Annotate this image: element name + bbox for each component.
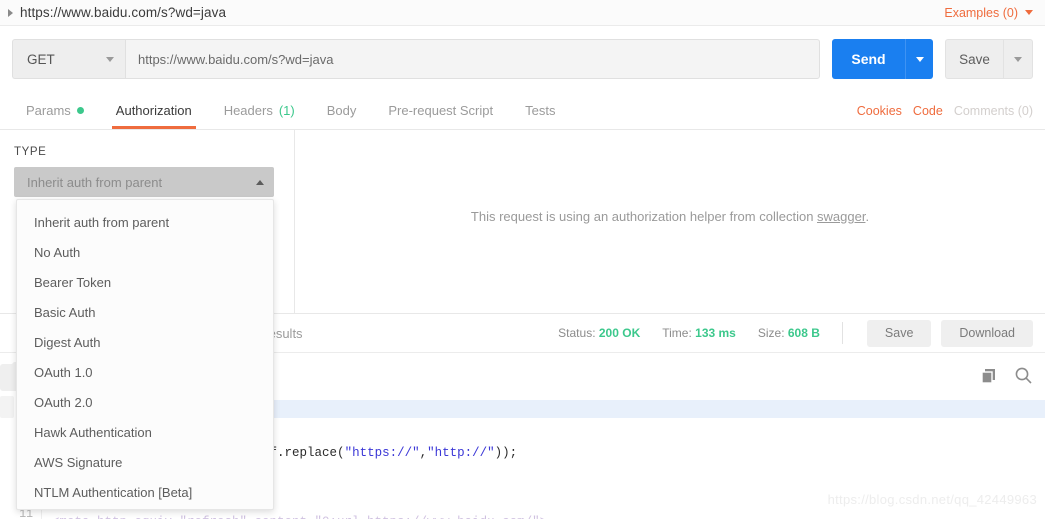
auth-helper-message: This request is using an authorization h… <box>295 130 1045 313</box>
status-label: Status: <box>558 326 596 340</box>
auth-type-selected-value: Inherit auth from parent <box>27 174 163 190</box>
code-string: "http://" <box>427 446 495 460</box>
tab-pre-request-script[interactable]: Pre-request Script <box>372 92 509 129</box>
dropdown-option-hawk-authentication[interactable]: Hawk Authentication <box>17 417 273 447</box>
search-glyph <box>1015 367 1032 384</box>
breadcrumb-bar: https://www.baidu.com/s?wd=java Examples… <box>0 0 1045 26</box>
dropdown-option-digest-auth[interactable]: Digest Auth <box>17 327 273 357</box>
collection-link[interactable]: swagger <box>817 209 865 224</box>
tab-headers[interactable]: Headers (1) <box>208 92 311 129</box>
postman-window: https://www.baidu.com/s?wd=java Examples… <box>0 0 1045 519</box>
response-meta: Status: 200 OK Time: 133 ms Size: 608 B … <box>558 319 1045 347</box>
comments-link[interactable]: Comments (0) <box>954 104 1033 118</box>
format-button-partial[interactable] <box>0 364 16 391</box>
time-label: Time: <box>662 326 692 340</box>
chevron-up-icon <box>256 179 264 185</box>
tab-label: Tests <box>525 103 556 118</box>
code-punct: , <box>419 446 428 460</box>
page-title: https://www.baidu.com/s?wd=java <box>20 5 227 20</box>
divider <box>841 322 843 344</box>
request-tab-actions: Cookies Code Comments (0) <box>857 92 1045 129</box>
tab-count-badge: (1) <box>278 103 295 118</box>
tab-label: Pre-request Script <box>388 103 494 118</box>
dropdown-option-oauth-1-0[interactable]: OAuth 1.0 <box>17 357 273 387</box>
request-url-input[interactable] <box>138 51 807 67</box>
send-options-button[interactable] <box>905 39 933 79</box>
dropdown-option-bearer-token[interactable]: Bearer Token <box>17 267 273 297</box>
tab-label: Body <box>326 103 357 118</box>
tab-tests[interactable]: Tests <box>509 92 571 129</box>
status-badge: Status: 200 OK <box>558 326 640 340</box>
url-field-wrapper[interactable] <box>125 39 820 79</box>
tab-authorization[interactable]: Authorization <box>100 92 208 129</box>
editor-tool-actions <box>980 366 1033 385</box>
code-string: "https://" <box>344 446 420 460</box>
time-value: 133 ms <box>695 326 736 340</box>
dropdown-option-basic-auth[interactable]: Basic Auth <box>17 297 273 327</box>
auth-helper-text: This request is using an authorization h… <box>471 209 869 224</box>
send-button-group: Send <box>832 39 933 79</box>
save-button-group: Save <box>945 39 1033 79</box>
code-text: <meta http-equiv="refresh" content="0;ur… <box>52 515 547 519</box>
examples-label: Examples (0) <box>944 5 1018 20</box>
request-url-row: GET Send Save <box>0 26 1045 92</box>
chevron-down-icon <box>106 56 114 62</box>
send-button[interactable]: Send <box>832 39 905 79</box>
breadcrumb[interactable]: https://www.baidu.com/s?wd=java <box>0 5 226 20</box>
auth-type-select[interactable]: Inherit auth from parent <box>14 167 274 197</box>
size-value: 608 B <box>787 326 820 340</box>
code-line-partial: <meta http-equiv="refresh" content="0;ur… <box>52 513 547 519</box>
tab-params[interactable]: Params <box>10 92 100 129</box>
save-options-button[interactable] <box>1003 39 1033 79</box>
helper-text-after: . <box>865 209 870 224</box>
status-value: 200 OK <box>598 326 641 340</box>
copy-icon[interactable] <box>980 367 998 385</box>
save-request-button[interactable]: Save <box>945 39 1003 79</box>
tab-label: Authorization <box>115 103 192 118</box>
examples-dropdown[interactable]: Examples (0) <box>944 6 1045 20</box>
code-punct: )); <box>494 446 518 460</box>
modified-dot-icon <box>76 107 84 114</box>
dropdown-option-no-auth[interactable]: No Auth <box>17 237 273 267</box>
download-response-button[interactable]: Download <box>941 319 1033 347</box>
http-method-select[interactable]: GET <box>12 39 125 79</box>
cookies-link[interactable]: Cookies <box>857 104 902 118</box>
size-badge: Size: 608 B <box>758 326 820 340</box>
tab-label: Headers <box>223 103 273 118</box>
chevron-down-icon <box>1025 10 1033 15</box>
helper-text-before: This request is using an authorization h… <box>470 209 818 224</box>
dropdown-option-ntlm-authentication-beta[interactable]: NTLM Authentication [Beta] <box>17 477 273 507</box>
dropdown-option-aws-signature[interactable]: AWS Signature <box>17 447 273 477</box>
editor-handle-partial[interactable] <box>0 396 14 418</box>
time-badge: Time: 133 ms <box>662 326 736 340</box>
code-link[interactable]: Code <box>913 104 943 118</box>
http-method-label: GET <box>27 51 55 67</box>
auth-type-label: TYPE <box>14 146 47 158</box>
tab-label: Params <box>26 103 71 118</box>
auth-type-dropdown-menu[interactable]: Inherit auth from parent No Auth Bearer … <box>16 199 274 510</box>
search-icon[interactable] <box>1014 366 1033 385</box>
size-label: Size: <box>757 326 785 340</box>
request-tabs: Params Authorization Headers (1) Body Pr… <box>0 92 571 129</box>
expand-caret-icon[interactable] <box>8 8 13 17</box>
request-tab-bar: Params Authorization Headers (1) Body Pr… <box>0 92 1045 130</box>
dropdown-option-oauth-2-0[interactable]: OAuth 2.0 <box>17 387 273 417</box>
save-response-button[interactable]: Save <box>866 319 932 347</box>
tab-body[interactable]: Body <box>311 92 373 129</box>
chevron-down-icon <box>1014 56 1022 62</box>
chevron-down-icon <box>915 56 924 62</box>
dropdown-option-inherit-auth-from-parent[interactable]: Inherit auth from parent <box>17 207 273 237</box>
copy-glyph <box>981 368 995 384</box>
